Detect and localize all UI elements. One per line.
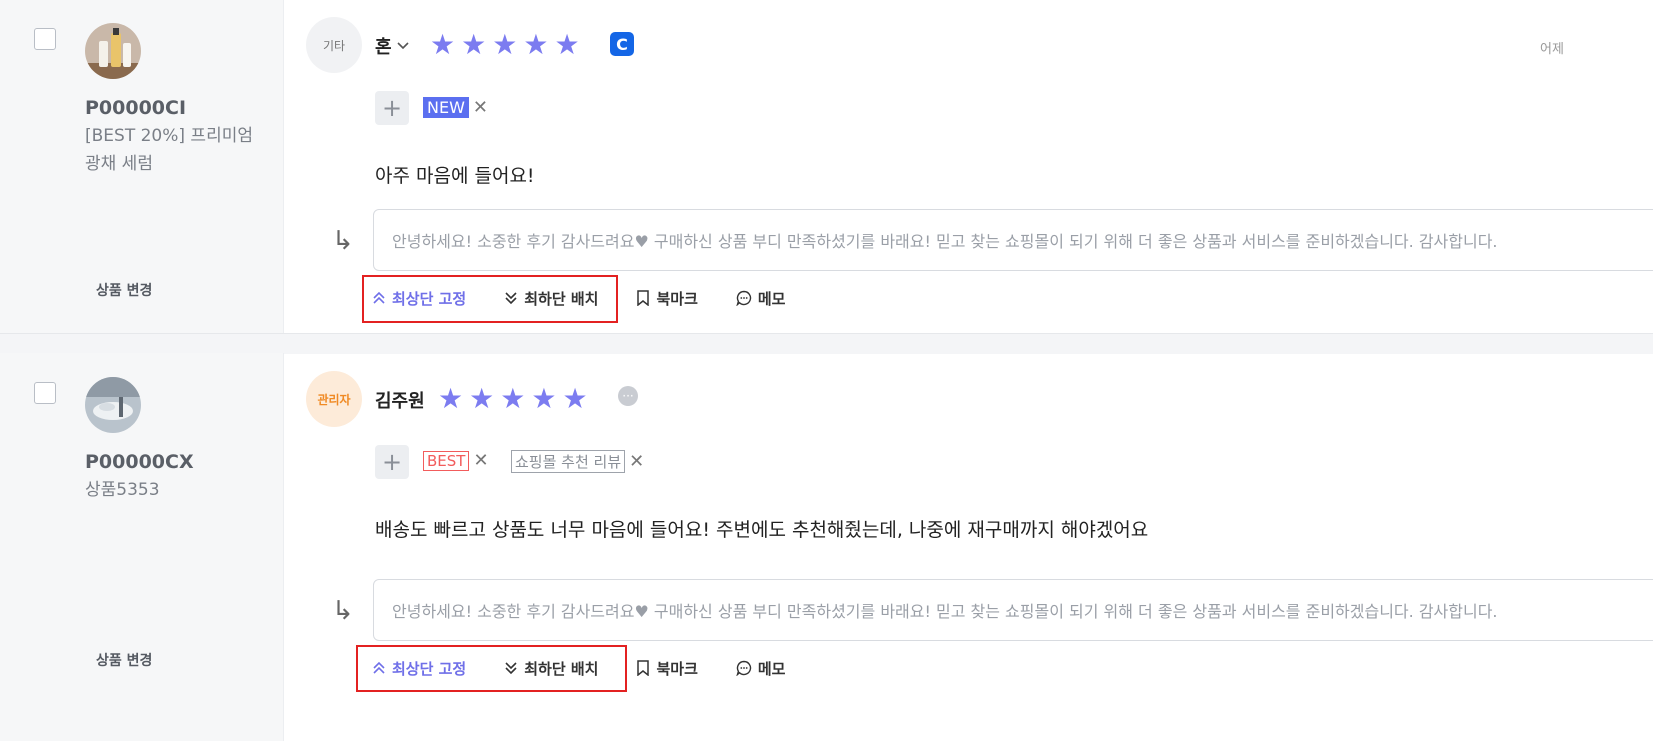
memo-button[interactable]: 메모: [736, 288, 786, 309]
product-name: 상품5353: [85, 480, 160, 500]
product-name: [BEST 20%] 프리미엄 광채 세럼: [85, 126, 253, 174]
reply-input[interactable]: 안녕하세요! 소중한 후기 감사드려요♥ 구매하신 상품 부디 만족하셨기를 바…: [373, 209, 1653, 271]
author-name: 혼: [375, 37, 392, 58]
tag-label: NEW: [423, 97, 469, 118]
writer-type-badge: 기타: [306, 17, 362, 73]
chat-icon: ···: [618, 386, 638, 406]
highlight-box: [362, 275, 618, 323]
remove-tag-icon[interactable]: ✕: [473, 450, 488, 471]
bookmark-label: 북마크: [656, 659, 698, 678]
star-icon: ★: [469, 382, 495, 415]
review-checkbox[interactable]: [34, 28, 56, 50]
product-thumbnail: [85, 377, 141, 433]
review-tag: 쇼핑몰 추천 리뷰 ✕: [511, 450, 644, 473]
chat-bubble-icon: [736, 290, 752, 306]
review-content: 배송도 빠르고 상품도 너무 마음에 들어요! 주변에도 추천해줬는데, 나중에…: [375, 519, 1149, 541]
reply-arrow-icon: ↳: [332, 226, 354, 256]
star-rating: ★ ★ ★ ★ ★: [438, 385, 588, 413]
memo-label: 메모: [757, 289, 786, 308]
reply-input[interactable]: 안녕하세요! 소중한 후기 감사드려요♥ 구매하신 상품 부디 만족하셨기를 바…: [373, 579, 1653, 641]
author-name-text: 김주원: [375, 391, 425, 412]
star-icon: ★: [492, 28, 518, 61]
channel-badge: C: [610, 32, 634, 56]
product-code: P00000CX: [85, 451, 194, 473]
review-card: P00000CI [BEST 20%] 프리미엄 광채 세럼 상품 변경 기타 …: [0, 0, 1653, 333]
change-product-button[interactable]: 상품 변경: [96, 280, 152, 300]
change-product-button[interactable]: 상품 변경: [96, 650, 152, 670]
bookmark-icon: [637, 290, 650, 306]
review-content: 아주 마음에 들어요!: [375, 165, 535, 187]
tag-label: 쇼핑몰 추천 리뷰: [511, 450, 626, 473]
highlight-box: [356, 645, 627, 692]
memo-button[interactable]: 메모: [736, 658, 786, 679]
chat-bubble-icon: [736, 660, 752, 676]
chevron-down-icon: [396, 42, 409, 50]
add-tag-button[interactable]: +: [375, 91, 409, 125]
remove-tag-icon[interactable]: ✕: [473, 97, 488, 118]
memo-label: 메모: [757, 659, 786, 678]
review-checkbox[interactable]: [34, 382, 56, 404]
star-icon: ★: [523, 28, 549, 61]
review-tag: BEST ✕: [423, 450, 489, 471]
product-thumbnail: [85, 23, 141, 79]
bookmark-button[interactable]: 북마크: [636, 288, 698, 309]
product-panel: P00000CI [BEST 20%] 프리미엄 광채 세럼 상품 변경: [0, 0, 284, 333]
review-date: 어제: [1540, 42, 1564, 57]
remove-tag-icon[interactable]: ✕: [629, 451, 644, 472]
review-separator: [0, 333, 1653, 354]
bookmark-icon: [637, 660, 650, 676]
star-icon: ★: [562, 382, 588, 415]
tag-label: BEST: [423, 450, 470, 471]
star-icon: ★: [500, 382, 526, 415]
star-icon: ★: [554, 28, 580, 61]
product-code: P00000CI: [85, 97, 187, 119]
star-icon: ★: [461, 28, 487, 61]
star-icon: ★: [430, 28, 456, 61]
author-dropdown[interactable]: 혼: [375, 33, 410, 59]
star-icon: ★: [438, 382, 464, 415]
product-panel: P00000CX 상품5353 상품 변경: [0, 353, 284, 741]
writer-type-badge: 관리자: [306, 371, 362, 427]
bookmark-button[interactable]: 북마크: [636, 658, 698, 679]
review-tag: NEW ✕: [423, 97, 488, 118]
bookmark-label: 북마크: [656, 289, 698, 308]
add-tag-button[interactable]: +: [375, 445, 409, 479]
star-icon: ★: [531, 382, 557, 415]
author-name: 김주원: [375, 387, 425, 413]
review-card: P00000CX 상품5353 상품 변경 관리자 김주원 ★ ★ ★ ★ ★ …: [0, 353, 1653, 741]
reply-arrow-icon: ↳: [332, 596, 354, 626]
star-rating: ★ ★ ★ ★ ★: [430, 31, 580, 59]
